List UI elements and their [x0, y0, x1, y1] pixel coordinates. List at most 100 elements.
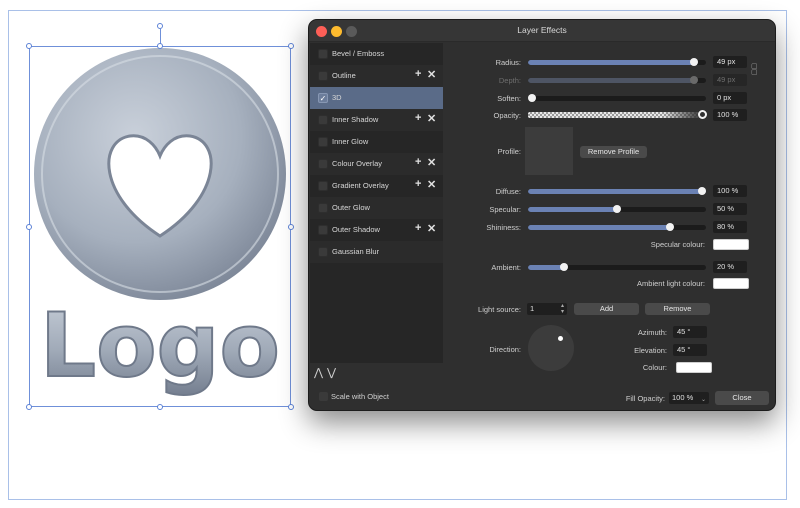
- resize-handle-bottom-left[interactable]: [26, 404, 32, 410]
- add-icon[interactable]: +: [415, 178, 421, 190]
- effect-row[interactable]: Colour Overlay + ✕: [310, 153, 443, 175]
- resize-handle-top[interactable]: [157, 43, 163, 49]
- effect-row[interactable]: Inner Shadow + ✕: [310, 109, 443, 131]
- opacity-field[interactable]: 100 %: [713, 109, 747, 121]
- radius-field[interactable]: 49 px: [713, 56, 747, 68]
- remove-profile-button[interactable]: Remove Profile: [580, 146, 647, 158]
- specular-field[interactable]: 50 %: [713, 203, 747, 215]
- elevation-label: Elevation:: [634, 346, 667, 355]
- effect-row[interactable]: Gradient Overlay + ✕: [310, 175, 443, 197]
- direction-dial-handle[interactable]: [558, 336, 563, 341]
- ambient-light-colour-label: Ambient light colour:: [637, 279, 705, 288]
- effect-label: Gradient Overlay: [332, 181, 389, 190]
- logo-text: Logo: [40, 294, 280, 397]
- move-down-icon[interactable]: ⋁: [327, 367, 336, 379]
- light-colour-swatch[interactable]: [676, 362, 712, 373]
- effect-checkbox[interactable]: [318, 247, 328, 257]
- effect-row[interactable]: ✓ 3D: [310, 87, 443, 109]
- azimuth-field[interactable]: 45 °: [673, 326, 707, 338]
- profile-preview[interactable]: [525, 127, 573, 175]
- effects-list: Bevel / Emboss Outline + ✕ ✓ 3D Inner Shadow + ✕…: [310, 43, 443, 363]
- resize-handle-right[interactable]: [288, 224, 294, 230]
- effect-row[interactable]: Gaussian Blur: [310, 241, 443, 263]
- effect-checkbox[interactable]: [318, 49, 328, 59]
- scale-with-object-label: Scale with Object: [331, 392, 389, 401]
- effect-checkbox[interactable]: [318, 203, 328, 213]
- resize-handle-top-left[interactable]: [26, 43, 32, 49]
- app-window: Logo Layer Effects Bevel / Emboss Outline…: [0, 0, 800, 508]
- shininess-label: Shininess:: [486, 223, 521, 232]
- resize-handle-top-right[interactable]: [288, 43, 294, 49]
- effect-checkbox[interactable]: ✓: [318, 93, 328, 103]
- specular-colour-swatch[interactable]: [713, 239, 749, 250]
- reorder-arrows: ⋀ ⋁: [314, 366, 340, 379]
- effect-row[interactable]: Bevel / Emboss: [310, 43, 443, 65]
- specular-slider[interactable]: [528, 205, 706, 213]
- effect-label: Colour Overlay: [332, 159, 383, 168]
- specular-label: Specular:: [489, 205, 521, 214]
- resize-handle-bottom[interactable]: [157, 404, 163, 410]
- diffuse-slider[interactable]: [528, 187, 706, 195]
- effect-checkbox[interactable]: [318, 137, 328, 147]
- effect-checkbox[interactable]: [318, 115, 328, 125]
- shininess-field[interactable]: 80 %: [713, 221, 747, 233]
- soften-slider[interactable]: [528, 94, 706, 102]
- diffuse-field[interactable]: 100 %: [713, 185, 747, 197]
- effect-label: Gaussian Blur: [332, 247, 380, 256]
- light-source-stepper[interactable]: 1 ▴ ▾: [527, 303, 567, 315]
- add-icon[interactable]: +: [415, 156, 421, 168]
- resize-handle-left[interactable]: [26, 224, 32, 230]
- remove-light-button[interactable]: Remove: [645, 303, 710, 315]
- depth-label: Depth:: [498, 76, 521, 85]
- add-light-button[interactable]: Add: [574, 303, 639, 315]
- direction-dial[interactable]: [528, 325, 574, 371]
- light-source-label: Light source:: [478, 305, 521, 314]
- light-source-value: 1: [530, 304, 535, 313]
- elevation-field[interactable]: 45 °: [673, 344, 707, 356]
- rotation-handle[interactable]: [157, 23, 163, 29]
- resize-handle-bottom-right[interactable]: [288, 404, 294, 410]
- effect-row[interactable]: Inner Glow: [310, 131, 443, 153]
- scale-with-object-checkbox[interactable]: [319, 392, 328, 401]
- logo-artwork[interactable]: Logo: [28, 46, 292, 408]
- depth-field: 49 px: [713, 74, 747, 86]
- ambient-label: Ambient:: [491, 263, 521, 272]
- remove-icon[interactable]: ✕: [427, 178, 436, 191]
- opacity-slider-knob[interactable]: [698, 110, 707, 119]
- depth-slider: [528, 76, 706, 84]
- ambient-field[interactable]: 20 %: [713, 261, 747, 273]
- effect-row[interactable]: Outline + ✕: [310, 65, 443, 87]
- effect-label: Inner Shadow: [332, 115, 379, 124]
- add-icon[interactable]: +: [415, 222, 421, 234]
- move-up-icon[interactable]: ⋀: [314, 367, 323, 379]
- fill-opacity-dropdown[interactable]: 100 % ⌄: [669, 392, 709, 404]
- effect-checkbox[interactable]: [318, 71, 328, 81]
- remove-icon[interactable]: ✕: [427, 156, 436, 169]
- ambient-slider[interactable]: [528, 263, 706, 271]
- link-icon[interactable]: ▢ ▢: [751, 63, 758, 78]
- close-button[interactable]: Close: [715, 391, 769, 405]
- effect-label: Inner Glow: [332, 137, 369, 146]
- effect-label: Bevel / Emboss: [332, 49, 385, 58]
- radius-slider[interactable]: [528, 58, 706, 66]
- effect-row[interactable]: Outer Glow: [310, 197, 443, 219]
- remove-icon[interactable]: ✕: [427, 68, 436, 81]
- add-icon[interactable]: +: [415, 112, 421, 124]
- specular-colour-label: Specular colour:: [650, 240, 705, 249]
- add-icon[interactable]: +: [415, 68, 421, 80]
- check-icon: ✓: [319, 94, 327, 103]
- remove-icon[interactable]: ✕: [427, 112, 436, 125]
- effect-checkbox[interactable]: [318, 159, 328, 169]
- shininess-slider[interactable]: [528, 223, 706, 231]
- remove-icon[interactable]: ✕: [427, 222, 436, 235]
- effect-label: Outer Shadow: [332, 225, 380, 234]
- diffuse-label: Diffuse:: [495, 187, 521, 196]
- ambient-light-colour-swatch[interactable]: [713, 278, 749, 289]
- chevron-down-icon: ⌄: [700, 397, 706, 403]
- soften-field[interactable]: 0 px: [713, 92, 747, 104]
- effect-row[interactable]: Outer Shadow + ✕: [310, 219, 443, 241]
- opacity-slider[interactable]: [528, 112, 703, 118]
- effect-checkbox[interactable]: [318, 181, 328, 191]
- effect-checkbox[interactable]: [318, 225, 328, 235]
- title-bar[interactable]: Layer Effects: [309, 20, 775, 42]
